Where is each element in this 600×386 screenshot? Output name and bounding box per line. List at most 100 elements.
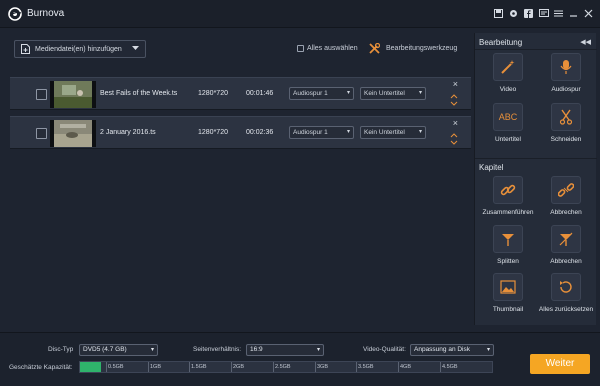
capacity-tick: 0.5GB bbox=[106, 362, 124, 372]
menu-icon[interactable] bbox=[553, 8, 564, 19]
tool-video[interactable]: Video bbox=[479, 53, 537, 94]
microphone-icon[interactable] bbox=[551, 53, 581, 81]
select-all-checkbox[interactable]: Alles auswählen bbox=[297, 45, 358, 52]
tool-label: Thumbnail bbox=[492, 306, 524, 313]
tool-merge[interactable]: Zusammenführen bbox=[479, 176, 537, 217]
capacity-tick: 2GB bbox=[230, 362, 245, 372]
add-file-icon bbox=[21, 44, 30, 54]
audio-track-select[interactable]: Audiospur 1 ▾ bbox=[289, 126, 354, 139]
aspect-ratio-value: 16:9 bbox=[250, 346, 263, 353]
capacity-tick: 1GB bbox=[147, 362, 162, 372]
file-checkbox[interactable] bbox=[36, 89, 47, 100]
tool-label: Audiospur bbox=[551, 86, 581, 93]
tool-subtitle[interactable]: ABC Untertitel bbox=[479, 103, 537, 144]
editing-tool-button[interactable]: Bearbeitungswerkzeug bbox=[369, 43, 457, 54]
capacity-tick: 3GB bbox=[314, 362, 329, 372]
next-button[interactable]: Weiter bbox=[530, 354, 590, 374]
capacity-label: Geschätzte Kapazität: bbox=[9, 364, 73, 371]
tool-audio[interactable]: Audiospur bbox=[537, 53, 595, 94]
divider bbox=[475, 158, 597, 159]
tool-label: Abbrechen bbox=[550, 209, 582, 216]
video-quality-select[interactable]: Anpassung an Disk ▾ bbox=[410, 344, 494, 356]
file-resolution: 1280*720 bbox=[198, 90, 228, 97]
audio-track-select[interactable]: Audiospur 1 ▾ bbox=[289, 87, 354, 100]
aspect-ratio-label: Seitenverhältnis: bbox=[193, 346, 242, 353]
tool-reset-all[interactable]: Alles zurücksetzen bbox=[537, 273, 595, 314]
tool-label: Abbrechen bbox=[550, 258, 582, 265]
tool-unmerge[interactable]: Abbrechen bbox=[537, 176, 595, 217]
editing-tool-label: Bearbeitungswerkzeug bbox=[386, 45, 458, 52]
title-bar: Burnova bbox=[0, 0, 600, 28]
capacity-tick: 3.5GB bbox=[356, 362, 374, 372]
remove-file-icon[interactable]: × bbox=[453, 119, 458, 128]
magic-wand-icon[interactable] bbox=[493, 53, 523, 81]
close-icon[interactable] bbox=[583, 8, 594, 19]
select-all-label: Alles auswählen bbox=[307, 45, 358, 52]
subtitle-select[interactable]: Kein Untertitel ▾ bbox=[360, 87, 426, 100]
tool-thumbnail[interactable]: Thumbnail bbox=[479, 273, 537, 314]
audio-track-value: Audiospur 1 bbox=[293, 90, 328, 97]
editing-section-title: Bearbeitung bbox=[479, 38, 523, 47]
video-quality-label: Video-Qualität: bbox=[363, 346, 406, 353]
tools-panel: Bearbeitung ◀◀ Video Audiospur ABC Unter… bbox=[474, 33, 597, 325]
audio-track-value: Audiospur 1 bbox=[293, 129, 328, 136]
save-icon[interactable] bbox=[493, 8, 504, 19]
burnova-logo-icon bbox=[8, 7, 22, 21]
split-icon[interactable] bbox=[493, 225, 523, 253]
chevron-down-icon: ▾ bbox=[418, 129, 422, 135]
capacity-tick: 1.5GB bbox=[189, 362, 207, 372]
file-row[interactable]: Best Fails of the Week.ts 1280*720 00:01… bbox=[10, 77, 471, 110]
subtitle-icon[interactable]: ABC bbox=[493, 103, 523, 131]
subtitle-icon-text: ABC bbox=[498, 112, 518, 122]
file-duration: 00:02:36 bbox=[246, 129, 274, 136]
cancel-split-icon[interactable] bbox=[551, 225, 581, 253]
video-quality-value: Anpassung an Disk bbox=[414, 346, 471, 353]
reset-icon[interactable] bbox=[551, 273, 581, 301]
chevron-down-icon: ▾ bbox=[316, 347, 320, 353]
tool-cut[interactable]: Schneiden bbox=[537, 103, 595, 144]
facebook-icon[interactable] bbox=[523, 8, 534, 19]
chevron-down-icon bbox=[132, 46, 139, 50]
unlink-icon[interactable] bbox=[551, 176, 581, 204]
capacity-tick: 4GB bbox=[397, 362, 412, 372]
move-up-down-icon[interactable] bbox=[450, 92, 458, 108]
message-icon[interactable] bbox=[538, 8, 549, 19]
subtitle-select[interactable]: Kein Untertitel ▾ bbox=[360, 126, 426, 139]
chapter-section-title: Kapitel bbox=[479, 163, 504, 172]
app-title: Burnova bbox=[27, 8, 65, 19]
file-row[interactable]: 2 January 2016.ts 1280*720 00:02:36 Audi… bbox=[10, 116, 471, 149]
minimize-icon[interactable] bbox=[568, 8, 579, 19]
capacity-tick: 4.5GB bbox=[440, 362, 458, 372]
video-thumbnail bbox=[50, 81, 96, 108]
disc-type-label: Disc-Typ bbox=[48, 346, 74, 353]
chevron-down-icon: ▾ bbox=[346, 129, 350, 135]
capacity-tick: 2.5GB bbox=[273, 362, 291, 372]
capacity-fill bbox=[80, 362, 101, 372]
chevron-down-icon: ▾ bbox=[150, 347, 154, 353]
video-thumbnail bbox=[50, 120, 96, 147]
tools-icon bbox=[369, 43, 380, 54]
remove-file-icon[interactable]: × bbox=[453, 80, 458, 89]
file-name: Best Fails of the Week.ts bbox=[100, 90, 178, 97]
capacity-bar: 0.5GB 1GB 1.5GB 2GB 2.5GB 3GB 3.5GB 4GB 4.5GB bbox=[79, 361, 493, 373]
checkbox-icon[interactable] bbox=[297, 45, 304, 52]
file-checkbox[interactable] bbox=[36, 128, 47, 139]
collapse-panel-icon[interactable]: ◀◀ bbox=[580, 38, 591, 46]
disc-type-select[interactable]: DVD5 (4.7 GB) ▾ bbox=[79, 344, 158, 356]
tool-label: Schneiden bbox=[550, 136, 582, 143]
subtitle-value: Kein Untertitel bbox=[364, 90, 405, 97]
scissors-icon[interactable] bbox=[551, 103, 581, 131]
aspect-ratio-select[interactable]: 16:9 ▾ bbox=[246, 344, 324, 356]
thumbnail-icon[interactable] bbox=[493, 273, 523, 301]
link-icon[interactable] bbox=[493, 176, 523, 204]
settings-icon[interactable] bbox=[508, 8, 519, 19]
file-resolution: 1280*720 bbox=[198, 129, 228, 136]
tool-cancel-split[interactable]: Abbrechen bbox=[537, 225, 595, 266]
chevron-down-icon: ▾ bbox=[346, 90, 350, 96]
divider bbox=[475, 49, 597, 50]
move-up-down-icon[interactable] bbox=[450, 131, 458, 147]
tool-split[interactable]: Splitten bbox=[479, 225, 537, 266]
add-media-button[interactable]: Mediendatei(en) hinzufügen bbox=[14, 40, 146, 58]
add-media-label: Mediendatei(en) hinzufügen bbox=[35, 45, 122, 53]
chevron-down-icon: ▾ bbox=[418, 90, 422, 96]
